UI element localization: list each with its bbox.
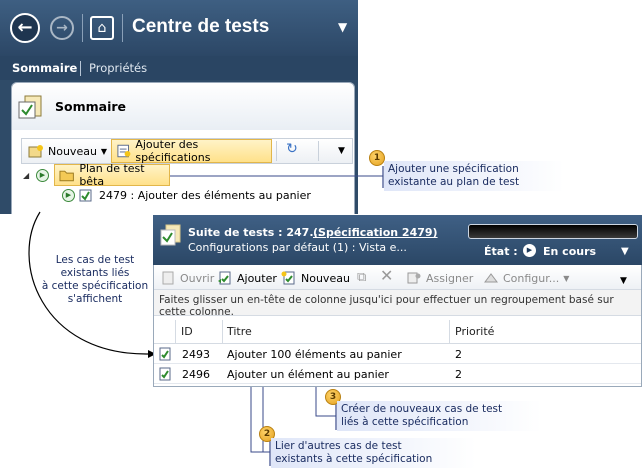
callout-3-line2: liés à cette spécification bbox=[341, 416, 469, 428]
folder-icon bbox=[59, 170, 74, 182]
callout-2: Lier d'autres cas de test existants à ce… bbox=[271, 438, 476, 468]
title-separator bbox=[82, 14, 83, 42]
cell-priority: 2 bbox=[455, 368, 462, 381]
state-label: État : bbox=[484, 245, 518, 258]
assign-button-label: Assigner bbox=[426, 271, 474, 285]
column-separator bbox=[222, 320, 223, 344]
collapse-icon[interactable]: ◢ bbox=[23, 171, 29, 180]
add-requirements-label: Ajouter des spécifications bbox=[135, 138, 211, 164]
add-test-case-icon bbox=[218, 271, 231, 285]
side-annotation-line: existants liés bbox=[60, 267, 130, 279]
copy-icon[interactable]: ⧉ bbox=[357, 270, 366, 285]
callout-2-line1: Lier d'autres cas de test bbox=[275, 440, 402, 452]
test-case-icon bbox=[159, 367, 171, 381]
add-requirement-icon bbox=[117, 144, 131, 158]
refresh-icon[interactable]: ↻ bbox=[282, 141, 302, 161]
tab-sommaire[interactable]: Sommaire bbox=[12, 61, 77, 75]
toolbar-overflow-icon[interactable]: ▼ bbox=[338, 146, 345, 156]
assign-button[interactable]: Assigner bbox=[406, 268, 473, 288]
forward-arrow-icon[interactable]: → bbox=[50, 16, 74, 40]
state-value[interactable]: En cours bbox=[543, 245, 596, 258]
side-annotation-line: à cette spécification bbox=[41, 280, 149, 292]
requirement-icon bbox=[79, 189, 92, 202]
home-icon[interactable]: ⌂ bbox=[90, 16, 114, 40]
back-arrow-icon[interactable]: ← bbox=[10, 13, 40, 43]
chevron-down-icon: ▼ bbox=[563, 273, 570, 283]
open-icon bbox=[162, 271, 174, 285]
title-dropdown-icon[interactable]: ▼ bbox=[338, 20, 347, 34]
callout-number-1: 1 bbox=[369, 150, 385, 166]
state-dropdown-icon[interactable]: ▼ bbox=[621, 246, 629, 257]
callout-2-line2: existants à cette spécification bbox=[275, 453, 433, 465]
callout-3: Créer de nouveaux cas de test liés à cet… bbox=[337, 401, 542, 431]
callout-1: Ajouter une spécification existante au p… bbox=[384, 161, 564, 191]
new-test-case-label: Nouveau bbox=[301, 271, 350, 285]
callout-1-line2: existante au plan de test bbox=[388, 176, 520, 188]
new-test-case-button[interactable]: Nouveau bbox=[281, 268, 350, 288]
configuration-text: Configurations par défaut (1) : Vista e.… bbox=[188, 241, 407, 254]
add-requirements-button[interactable]: Ajouter des spécifications bbox=[111, 138, 272, 164]
title-separator bbox=[122, 14, 123, 42]
chevron-down-icon: ▼ bbox=[100, 146, 108, 156]
add-button-label: Ajouter bbox=[237, 271, 277, 285]
new-button-label: Nouveau bbox=[48, 144, 97, 158]
side-annotation: Les cas de test existants liés à cette s… bbox=[40, 254, 150, 306]
new-suite-icon bbox=[28, 145, 43, 158]
callout-3-line1: Créer de nouveaux cas de test bbox=[341, 403, 503, 415]
tree-node-plan[interactable]: Plan de test bêta bbox=[54, 162, 170, 188]
app-title: Centre de tests bbox=[132, 16, 270, 37]
column-header-priority[interactable]: Priorité bbox=[455, 325, 494, 338]
assign-icon bbox=[407, 272, 421, 284]
toolbar-overflow-icon[interactable]: ▼ bbox=[620, 276, 627, 286]
cell-id: 2493 bbox=[182, 348, 210, 361]
column-separator bbox=[449, 320, 450, 344]
new-button[interactable]: Nouveau ▼ bbox=[24, 141, 111, 161]
callout-1-line1: Ajouter une spécification bbox=[388, 163, 519, 175]
tab-proprietes[interactable]: Propriétés bbox=[89, 61, 147, 75]
suite-icon bbox=[160, 224, 181, 246]
test-case-icon bbox=[159, 347, 171, 361]
configure-icon bbox=[484, 273, 498, 283]
progress-bar bbox=[468, 224, 638, 239]
add-button[interactable]: Ajouter bbox=[217, 268, 277, 288]
test-plan-icon bbox=[18, 95, 42, 119]
summary-title: Sommaire bbox=[55, 99, 127, 114]
group-by-hint: Faites glisser un en-tête de colonne jus… bbox=[159, 294, 614, 318]
open-button[interactable]: Ouvrir bbox=[160, 268, 214, 288]
suite-title: Suite de tests : 247... bbox=[188, 226, 322, 239]
cell-title: Ajouter 100 éléments au panier bbox=[227, 348, 402, 361]
configure-button-label: Configur... bbox=[503, 271, 560, 285]
tree-node-requirement[interactable]: 2479 : Ajouter des éléments au panier bbox=[78, 185, 311, 205]
status-play-icon: ▶ bbox=[36, 169, 49, 182]
tree-node-requirement-label: 2479 : Ajouter des éléments au panier bbox=[99, 188, 311, 202]
status-play-icon: ▶ bbox=[62, 189, 75, 202]
configure-button[interactable]: Configur... ▼ bbox=[483, 268, 569, 288]
column-header-id[interactable]: ID bbox=[181, 325, 193, 338]
side-annotation-line: s'affichent bbox=[67, 293, 123, 305]
open-button-label: Ouvrir bbox=[180, 271, 215, 285]
column-separator bbox=[175, 320, 176, 344]
requirement-link[interactable]: (Spécification 2479) bbox=[313, 226, 438, 239]
cell-id: 2496 bbox=[182, 368, 210, 381]
tab-divider bbox=[80, 61, 81, 76]
toolbar-separator bbox=[276, 141, 277, 161]
column-header-title[interactable]: Titre bbox=[227, 325, 252, 338]
status-play-icon: ▶ bbox=[523, 244, 536, 257]
cell-title: Ajouter un élément au panier bbox=[227, 368, 389, 381]
delete-icon[interactable]: ✕ bbox=[380, 266, 393, 285]
toolbar-separator bbox=[318, 141, 319, 161]
side-annotation-line: Les cas de test bbox=[55, 254, 135, 266]
cell-priority: 2 bbox=[455, 348, 462, 361]
new-test-case-icon bbox=[281, 271, 295, 285]
